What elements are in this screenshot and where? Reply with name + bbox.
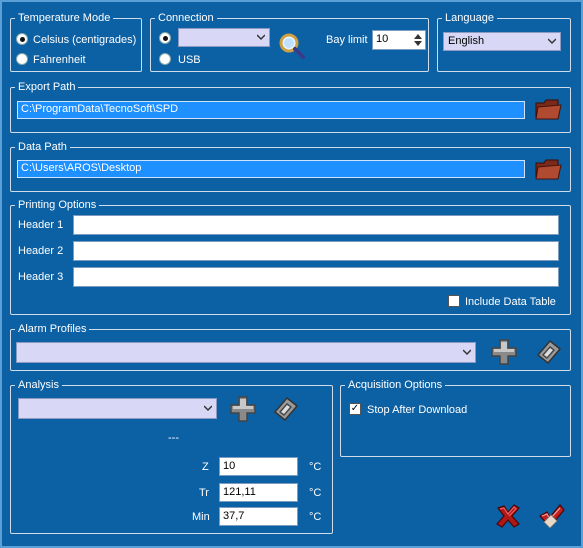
usb-radio[interactable]: [159, 53, 171, 65]
z-unit: °C: [309, 461, 322, 473]
z-label: Z: [202, 461, 209, 473]
temperature-mode-legend: Temperature Mode: [18, 12, 111, 24]
port-select[interactable]: [178, 28, 270, 47]
include-data-table-checkbox[interactable]: [448, 295, 460, 307]
header-2-label: Header 2: [18, 245, 64, 257]
printing-options-legend: Printing Options: [18, 199, 97, 211]
alarm-profile-select[interactable]: [16, 342, 476, 363]
fahrenheit-radio[interactable]: [16, 53, 28, 65]
celsius-radio[interactable]: [16, 33, 28, 45]
export-path-field[interactable]: C:\ProgramData\TecnoSoft\SPD: [17, 101, 525, 119]
analysis-select[interactable]: [18, 398, 217, 419]
edit-icon[interactable]: [534, 337, 562, 365]
magnifier-icon[interactable]: [278, 32, 306, 60]
tr-field[interactable]: 121,11: [219, 483, 298, 502]
export-path-legend: Export Path: [18, 81, 76, 93]
add-icon[interactable]: [229, 395, 257, 423]
connection-legend: Connection: [158, 12, 214, 24]
header-3-label: Header 3: [18, 271, 64, 283]
tr-unit: °C: [309, 487, 322, 499]
chevron-down-icon: [548, 38, 556, 45]
bay-limit-stepper[interactable]: 10: [372, 30, 426, 50]
confirm-icon[interactable]: [537, 502, 565, 530]
port-radio[interactable]: [159, 32, 171, 44]
language-legend: Language: [445, 12, 494, 24]
alarm-profiles-legend: Alarm Profiles: [18, 323, 87, 335]
analysis-legend: Analysis: [18, 379, 59, 391]
data-path-field[interactable]: C:\Users\AROS\Desktop: [17, 160, 525, 178]
spinner-arrows-icon[interactable]: [413, 32, 423, 48]
celsius-label: Celsius (centigrades): [33, 34, 137, 46]
fahrenheit-label: Fahrenheit: [33, 54, 86, 66]
stop-after-download-checkbox[interactable]: ✓: [349, 403, 361, 415]
header-2-field[interactable]: [73, 241, 559, 261]
chevron-down-icon: [204, 405, 212, 412]
add-icon[interactable]: [490, 338, 518, 366]
header-1-field[interactable]: [73, 215, 559, 235]
acquisition-options-group: Acquisition Options: [340, 379, 571, 457]
tr-label: Tr: [199, 487, 209, 499]
header-3-field[interactable]: [73, 267, 559, 287]
folder-icon[interactable]: [534, 95, 562, 123]
chevron-down-icon: [257, 34, 265, 41]
bay-limit-label: Bay limit: [326, 34, 368, 46]
data-path-legend: Data Path: [18, 141, 67, 153]
edit-icon[interactable]: [271, 394, 299, 422]
language-select[interactable]: English: [443, 32, 561, 51]
cancel-icon[interactable]: [494, 502, 522, 530]
chevron-down-icon: [463, 349, 471, 356]
min-unit: °C: [309, 511, 322, 523]
stop-after-download-label: Stop After Download: [367, 404, 468, 416]
folder-icon[interactable]: [534, 155, 562, 183]
usb-label: USB: [178, 54, 201, 66]
z-field[interactable]: 10: [219, 457, 298, 476]
min-field[interactable]: 37,7: [219, 507, 298, 526]
header-1-label: Header 1: [18, 219, 64, 231]
include-data-table-label: Include Data Table: [465, 296, 556, 308]
min-label: Min: [192, 511, 210, 523]
acquisition-options-legend: Acquisition Options: [348, 379, 443, 391]
analysis-placeholder-text: ---: [168, 432, 179, 444]
